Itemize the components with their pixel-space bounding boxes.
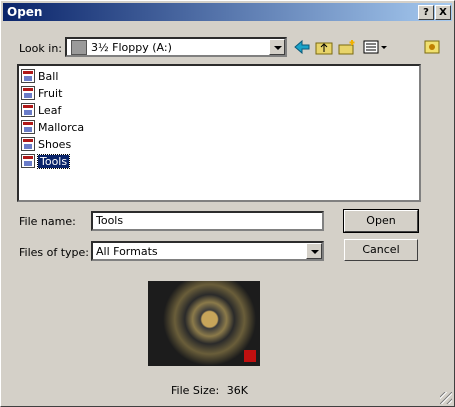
dialog-title: Open xyxy=(7,5,43,19)
image-file-icon xyxy=(21,86,35,100)
floppy-drive-icon xyxy=(71,40,87,55)
new-folder-icon[interactable] xyxy=(337,38,357,56)
close-button[interactable]: X xyxy=(435,5,451,20)
files-of-type-combo[interactable]: All Formats xyxy=(91,241,324,261)
list-item[interactable]: Mallorca xyxy=(21,119,84,135)
list-item[interactable]: Shoes xyxy=(21,136,71,152)
help-button[interactable]: ? xyxy=(418,5,434,20)
image-file-icon xyxy=(21,103,35,117)
list-item[interactable]: Fruit xyxy=(21,85,62,101)
up-folder-icon[interactable] xyxy=(314,38,334,56)
look-in-label: Look in: xyxy=(19,42,62,55)
list-item[interactable]: Ball xyxy=(21,68,58,84)
list-item-selected[interactable]: Tools xyxy=(21,153,71,169)
preview-toggle-icon[interactable] xyxy=(422,38,442,56)
file-list[interactable]: Ball Fruit Leaf Mallorca Shoes Tools xyxy=(17,64,421,202)
files-of-type-value: All Formats xyxy=(96,245,158,258)
file-size-value: 36K xyxy=(226,384,248,397)
file-name: Ball xyxy=(38,69,59,83)
image-preview xyxy=(148,281,260,366)
list-item[interactable]: Leaf xyxy=(21,102,61,118)
image-file-icon xyxy=(21,137,35,151)
file-size-label: File Size: xyxy=(171,384,220,397)
look-in-value: 3½ Floppy (A:) xyxy=(91,41,172,54)
look-in-dropdown-button[interactable] xyxy=(269,39,285,55)
chevron-down-icon xyxy=(311,250,319,254)
open-button[interactable]: Open xyxy=(343,209,419,233)
chevron-down-icon xyxy=(274,46,282,50)
files-of-type-dropdown-button[interactable] xyxy=(306,243,322,259)
look-in-combo[interactable]: 3½ Floppy (A:) xyxy=(65,37,287,57)
image-file-icon xyxy=(21,154,35,168)
file-name: Mallorca xyxy=(38,120,85,134)
image-file-icon xyxy=(21,69,35,83)
file-name: Fruit xyxy=(38,86,63,100)
open-dialog: Open ? X Look in: 3½ Floppy (A:) Ball Fr xyxy=(0,0,455,407)
title-bar[interactable]: Open ? X xyxy=(3,3,452,21)
cancel-button[interactable]: Cancel xyxy=(344,239,418,261)
file-size-readout: File Size: 36K xyxy=(171,384,248,397)
file-name-label: File name: xyxy=(19,215,76,228)
back-arrow-icon[interactable] xyxy=(292,38,312,56)
file-name: Tools xyxy=(36,153,71,169)
file-name: Shoes xyxy=(38,137,72,151)
files-of-type-label: Files of type: xyxy=(19,246,90,259)
file-name: Leaf xyxy=(38,103,62,117)
view-menu-icon[interactable] xyxy=(362,38,388,56)
image-file-icon xyxy=(21,120,35,134)
file-name-field[interactable]: Tools xyxy=(91,211,324,231)
resize-grip[interactable] xyxy=(440,392,452,404)
